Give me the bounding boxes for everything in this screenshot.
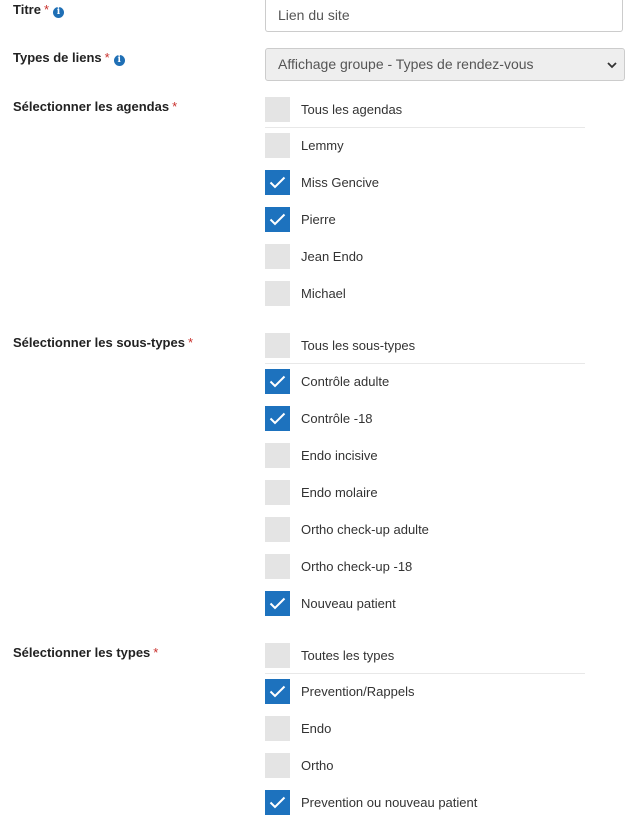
checkmark-icon [269,412,286,425]
required-asterisk: * [153,645,159,660]
checkbox-label: Prevention ou nouveau patient [301,795,478,810]
sous-types-label: Sélectionner les sous-types * [13,335,193,350]
checkbox[interactable] [265,443,290,468]
checkbox[interactable] [265,244,290,269]
info-icon[interactable]: i [53,7,64,18]
checkbox-label: Nouveau patient [301,596,396,611]
checkbox-row[interactable]: Jean Endo [265,244,595,269]
checkbox[interactable] [265,554,290,579]
checkbox-row[interactable]: Miss Gencive [265,170,595,195]
checkbox-row[interactable]: Contrôle adulte [265,369,595,394]
checkbox-row[interactable]: Ortho check-up adulte [265,517,595,542]
checkmark-icon [269,597,286,610]
checkbox[interactable] [265,790,290,815]
types-de-liens-label-text: Types de liens [13,50,102,65]
checkbox[interactable] [265,97,290,122]
checkbox-row[interactable]: Michael [265,281,595,306]
checkbox-label: Contrôle adulte [301,374,390,389]
checkbox-row[interactable]: Ortho check-up -18 [265,554,595,579]
sous-types-label-text: Sélectionner les sous-types [13,335,185,350]
checkbox-row[interactable]: Nouveau patient [265,591,595,616]
checkbox[interactable] [265,333,290,358]
types-de-liens-label: Types de liens * i [13,50,125,66]
chevron-down-icon [607,62,617,69]
agendas-label: Sélectionner les agendas * [13,99,177,114]
checkmark-icon [269,213,286,226]
titre-input[interactable]: Lien du site [265,0,623,32]
checkbox[interactable] [265,716,290,741]
checkbox[interactable] [265,517,290,542]
required-asterisk: * [172,99,178,114]
checkmark-icon [269,796,286,809]
checkbox-row[interactable]: Lemmy [265,133,595,158]
checkbox[interactable] [265,170,290,195]
checkmark-icon [269,176,286,189]
checkbox[interactable] [265,480,290,505]
checkbox-label: Endo incisive [301,448,378,463]
checkbox-label: Ortho check-up adulte [301,522,429,537]
types-label-text: Sélectionner les types [13,645,151,660]
checkbox-row[interactable]: Endo [265,716,595,741]
checkbox-row[interactable]: Tous les sous-types [265,333,595,358]
required-asterisk: * [187,335,194,350]
checkmark-icon [269,685,286,698]
checkbox-label: Endo [301,721,332,736]
checkbox-label: Prevention/Rappels [301,684,415,699]
checkbox-label: Miss Gencive [301,175,380,190]
info-icon[interactable]: i [113,55,125,66]
checkbox-label: Toutes les types [301,648,395,663]
checkbox-row[interactable]: Toutes les types [265,643,595,668]
titre-label: Titre * i [13,2,64,18]
checkbox-label: Tous les sous-types [301,338,416,353]
types-label: Sélectionner les types * [13,645,158,660]
checkbox-row[interactable]: Endo molaire [265,480,595,505]
checkmark-icon [269,375,286,388]
checkbox-row[interactable]: Prevention ou nouveau patient [265,790,595,815]
checkbox[interactable] [265,679,290,704]
agendas-label-text: Sélectionner les agendas [13,99,170,114]
types-de-liens-select[interactable]: Affichage groupe - Types de rendez-vous [265,48,625,81]
divider [265,673,585,674]
divider [265,363,585,364]
required-asterisk: * [104,50,110,65]
checkbox[interactable] [265,643,290,668]
checkbox-label: Pierre [301,212,336,227]
checkbox[interactable] [265,133,290,158]
checkbox-row[interactable]: Contrôle -18 [265,406,595,431]
checkbox[interactable] [265,591,290,616]
checkbox[interactable] [265,281,290,306]
checkbox-label: Ortho check-up -18 [301,559,413,574]
checkbox[interactable] [265,753,290,778]
checkbox-label: Contrôle -18 [301,411,373,426]
checkbox-row[interactable]: Pierre [265,207,595,232]
checkbox-label: Michael [301,286,346,301]
titre-label-text: Titre [13,2,41,17]
checkbox-label: Jean Endo [301,249,364,264]
required-asterisk: * [43,2,49,17]
checkbox-row[interactable]: Tous les agendas [265,97,595,122]
checkbox-row[interactable]: Ortho [265,753,595,778]
checkbox[interactable] [265,369,290,394]
checkbox-row[interactable]: Prevention/Rappels [265,679,595,704]
checkbox[interactable] [265,406,290,431]
checkbox-label: Endo molaire [301,485,378,500]
checkbox-label: Ortho [301,758,334,773]
checkbox-label: Lemmy [301,138,344,153]
checkbox-row[interactable]: Endo incisive [265,443,595,468]
divider [265,127,585,128]
checkbox[interactable] [265,207,290,232]
checkbox-label: Tous les agendas [301,102,403,117]
types-de-liens-selected-value: Affichage groupe - Types de rendez-vous [278,56,534,72]
